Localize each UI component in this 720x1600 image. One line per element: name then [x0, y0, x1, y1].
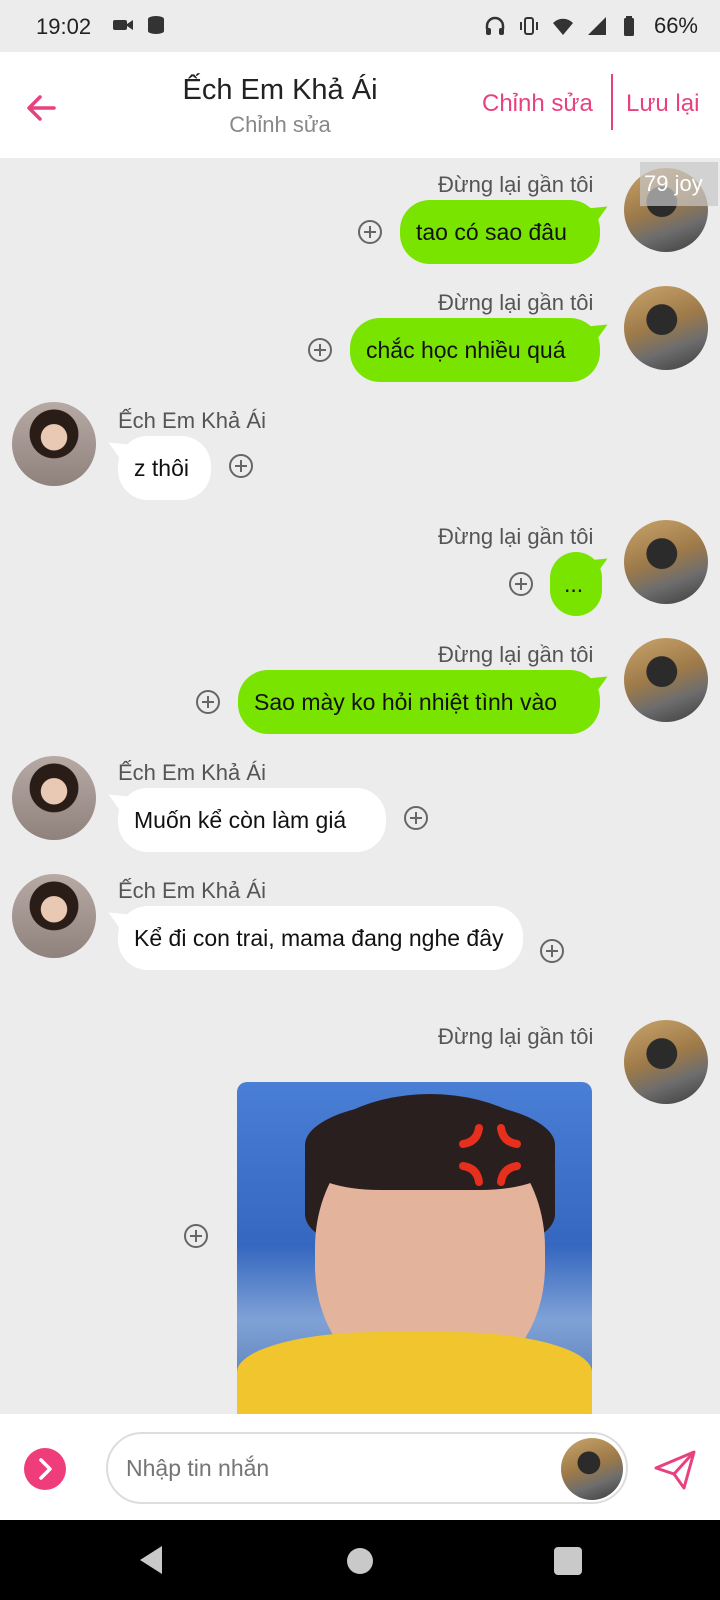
avatar-self[interactable]: [624, 638, 708, 722]
add-reaction-icon[interactable]: [196, 690, 220, 714]
add-reaction-icon[interactable]: [184, 1224, 208, 1248]
message-bubble-out[interactable]: Sao mày ko hỏi nhiệt tình vào: [238, 670, 600, 734]
send-icon[interactable]: [650, 1444, 700, 1494]
message-input[interactable]: [106, 1432, 628, 1504]
add-reaction-icon[interactable]: [540, 939, 564, 963]
sender-name: Ếch Em Khả Ái: [118, 878, 266, 903]
status-left-icons: [112, 14, 168, 36]
sticker-shirt: [237, 1332, 592, 1414]
chat-area[interactable]: Đừng lại gần tôi tao có sao đâu 79 joy Đ…: [0, 158, 720, 1414]
save-button[interactable]: Lưu lại: [626, 90, 699, 118]
video-icon: [113, 20, 133, 30]
message-bubble-out[interactable]: chắc học nhiều quá: [350, 318, 600, 382]
anger-icon: [459, 1124, 521, 1186]
message-bubble-out[interactable]: ...: [550, 552, 602, 616]
page-title: Ếch Em Khả Ái: [182, 74, 378, 106]
avatar-self[interactable]: [624, 520, 708, 604]
nav-home-icon[interactable]: [347, 1548, 373, 1574]
add-reaction-icon[interactable]: [358, 220, 382, 244]
message-bubble-in[interactable]: z thôi: [118, 436, 211, 500]
headphones-icon: [485, 16, 505, 35]
sender-name: Ếch Em Khả Ái: [118, 760, 266, 785]
avatar-self[interactable]: [624, 286, 708, 370]
message-bubble-in[interactable]: Kể đi con trai, mama đang nghe đây: [118, 906, 523, 970]
avatar-contact[interactable]: [12, 756, 96, 840]
sticker-image[interactable]: [237, 1082, 592, 1414]
sender-name: Đừng lại gần tôi: [438, 1024, 594, 1049]
joy-badge: 79 joy: [640, 162, 718, 206]
nav-recents-icon[interactable]: [554, 1547, 582, 1575]
sender-name: Đừng lại gần tôi: [438, 290, 594, 315]
sender-name: Đừng lại gần tôi: [438, 524, 594, 549]
wifi-icon: [552, 18, 573, 35]
add-reaction-icon[interactable]: [229, 454, 253, 478]
status-right-icons: 66%: [484, 13, 698, 39]
add-reaction-icon[interactable]: [308, 338, 332, 362]
sender-name: Đừng lại gần tôi: [438, 172, 594, 197]
chevron-right-icon: [39, 1458, 52, 1480]
add-reaction-icon[interactable]: [509, 572, 533, 596]
character-avatar-button[interactable]: [561, 1438, 623, 1500]
battery-percent: 66%: [653, 13, 698, 38]
page-subtitle: Chỉnh sửa: [229, 112, 331, 137]
add-reaction-icon[interactable]: [404, 806, 428, 830]
header-divider: [611, 74, 613, 130]
edit-button[interactable]: Chỉnh sửa: [482, 90, 593, 118]
back-arrow-icon[interactable]: [20, 86, 64, 130]
sender-name: Ếch Em Khả Ái: [118, 408, 266, 433]
message-input-bar: [0, 1414, 720, 1520]
data-icon: [148, 16, 164, 34]
battery-icon: [623, 16, 634, 36]
status-bar: 19:02 66%: [0, 0, 720, 52]
expand-button[interactable]: [24, 1448, 66, 1490]
status-time: 19:02: [36, 14, 92, 39]
message-bubble-out[interactable]: tao có sao đâu: [400, 200, 600, 264]
nav-back-icon[interactable]: [136, 1544, 166, 1576]
vibrate-icon: [519, 17, 538, 35]
avatar-contact[interactable]: [12, 874, 96, 958]
sender-name: Đừng lại gần tôi: [438, 642, 594, 667]
chat-header: Ếch Em Khả Ái Chỉnh sửa Chỉnh sửa Lưu lạ…: [0, 52, 720, 158]
avatar-contact[interactable]: [12, 402, 96, 486]
message-bubble-in[interactable]: Muốn kể còn làm giá: [118, 788, 386, 852]
avatar-self[interactable]: [624, 1020, 708, 1104]
signal-icon: [587, 17, 606, 35]
system-nav-bar: [0, 1520, 720, 1600]
